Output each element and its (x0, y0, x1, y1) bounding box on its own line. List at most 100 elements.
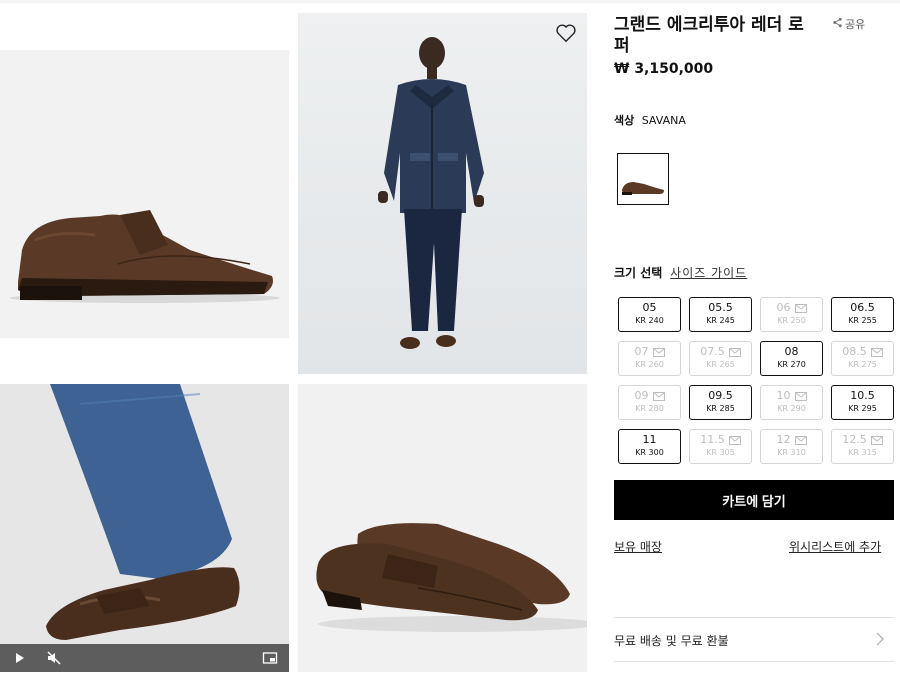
video-control-bar (0, 644, 289, 672)
store-availability-link[interactable]: 보유 매장 (614, 538, 662, 555)
gallery-image-side-view[interactable] (0, 50, 289, 338)
size-eu-label: 07.5 (700, 345, 725, 358)
size-kr-label: KR 245 (706, 316, 735, 325)
mail-icon (794, 391, 807, 401)
size-eu-row: 11.5 (690, 433, 751, 446)
size-eu-label: 11.5 (700, 433, 725, 446)
mail-icon (728, 435, 741, 445)
size-eu-row: 09 (619, 389, 680, 402)
size-kr-label: KR 265 (706, 360, 735, 369)
size-option[interactable]: 09.5 KR 285 (689, 385, 752, 420)
size-eu-label: 12 (776, 433, 791, 446)
size-eu-label: 10.5 (850, 389, 875, 402)
loafer-side-illustration (10, 210, 280, 303)
heart-icon[interactable] (555, 22, 577, 44)
size-option[interactable]: 07 KR 260 (618, 341, 681, 376)
size-option[interactable]: 05.5 KR 245 (689, 297, 752, 332)
size-eu-label: 12.5 (842, 433, 867, 446)
mail-icon (652, 391, 665, 401)
size-option[interactable]: 07.5 KR 265 (689, 341, 752, 376)
loafer-pair-illustration (316, 523, 587, 632)
size-kr-label: KR 305 (706, 448, 735, 457)
size-eu-row: 05.5 (690, 301, 751, 314)
size-kr-label: KR 300 (635, 448, 664, 457)
size-eu-label: 05 (642, 301, 657, 314)
color-label: 색상 (614, 114, 635, 127)
size-eu-row: 12 (761, 433, 822, 446)
size-eu-label: 08 (784, 345, 799, 358)
size-label: 크기 선택 (614, 266, 663, 280)
size-eu-row: 08 (761, 345, 822, 358)
size-kr-label: KR 255 (848, 316, 877, 325)
size-eu-label: 05.5 (708, 301, 733, 314)
size-kr-label: KR 270 (777, 360, 806, 369)
add-to-cart-button[interactable]: 카트에 담기 (614, 480, 894, 520)
swatch-loafer-thumbnail (622, 182, 664, 195)
gallery-video-worn[interactable] (0, 384, 289, 672)
size-kr-label: KR 315 (848, 448, 877, 457)
color-info: 색상 SAVANA (614, 112, 686, 128)
mail-icon (794, 435, 807, 445)
size-eu-label: 06 (776, 301, 791, 314)
share-button[interactable]: 공유 (832, 16, 865, 32)
top-divider (0, 0, 900, 3)
gallery-image-model[interactable] (298, 13, 587, 374)
size-eu-label: 08.5 (842, 345, 867, 358)
size-eu-row: 09.5 (690, 389, 751, 402)
size-eu-row: 12.5 (832, 433, 893, 446)
size-kr-label: KR 275 (848, 360, 877, 369)
mail-icon (652, 347, 665, 357)
accordion-shipping-label: 무료 배송 및 무료 환불 (614, 634, 729, 648)
size-eu-label: 06.5 (850, 301, 875, 314)
size-eu-row: 06 (761, 301, 822, 314)
size-grid: 05 KR 240 05.5 KR 245 06 KR 250 06.5 KR 255 07 KR… (618, 297, 894, 464)
mail-icon (794, 303, 807, 313)
size-eu-row: 08.5 (832, 345, 893, 358)
color-swatch-savana[interactable] (617, 153, 669, 205)
size-option[interactable]: 12 KR 310 (760, 429, 823, 464)
size-option[interactable]: 12.5 KR 315 (831, 429, 894, 464)
divider (614, 617, 894, 618)
size-eu-label: 07 (634, 345, 649, 358)
size-option[interactable]: 11.5 KR 305 (689, 429, 752, 464)
mail-icon (870, 435, 883, 445)
size-eu-row: 07 (619, 345, 680, 358)
divider (614, 661, 894, 662)
size-option[interactable]: 11 KR 300 (618, 429, 681, 464)
size-eu-row: 10 (761, 389, 822, 402)
worn-loafer-illustration (46, 384, 240, 640)
size-guide-link[interactable]: 사이즈 가이드 (670, 266, 747, 280)
size-eu-label: 11 (642, 433, 657, 446)
share-label: 공유 (845, 18, 866, 31)
product-title: 그랜드 에크리투아 레더 로퍼 (614, 15, 804, 56)
size-kr-label: KR 295 (848, 404, 877, 413)
add-to-wishlist-link[interactable]: 위시리스트에 추가 (789, 538, 881, 555)
size-option[interactable]: 05 KR 240 (618, 297, 681, 332)
size-option[interactable]: 09 KR 280 (618, 385, 681, 420)
size-eu-row: 07.5 (690, 345, 751, 358)
mail-icon (870, 347, 883, 357)
size-kr-label: KR 290 (777, 404, 806, 413)
size-option[interactable]: 10 KR 290 (760, 385, 823, 420)
mail-icon (728, 347, 741, 357)
size-eu-row: 05 (619, 301, 680, 314)
model-illustration (378, 37, 484, 349)
size-option[interactable]: 08 KR 270 (760, 341, 823, 376)
product-price: ₩ 3,150,000 (614, 61, 714, 77)
size-kr-label: KR 260 (635, 360, 664, 369)
size-option[interactable]: 10.5 KR 295 (831, 385, 894, 420)
accordion-shipping[interactable]: 무료 배송 및 무료 환불 (614, 632, 894, 649)
size-eu-row: 10.5 (832, 389, 893, 402)
gallery-image-pair[interactable] (298, 384, 587, 672)
picture-in-picture-icon[interactable] (262, 650, 278, 666)
size-eu-row: 06.5 (832, 301, 893, 314)
size-option[interactable]: 08.5 KR 275 (831, 341, 894, 376)
share-icon (832, 17, 843, 31)
size-option[interactable]: 06.5 KR 255 (831, 297, 894, 332)
mute-icon[interactable] (46, 650, 62, 666)
size-eu-row: 11 (619, 433, 680, 446)
size-kr-label: KR 250 (777, 316, 806, 325)
size-option[interactable]: 06 KR 250 (760, 297, 823, 332)
size-eu-label: 10 (776, 389, 791, 402)
play-icon[interactable] (12, 650, 28, 666)
